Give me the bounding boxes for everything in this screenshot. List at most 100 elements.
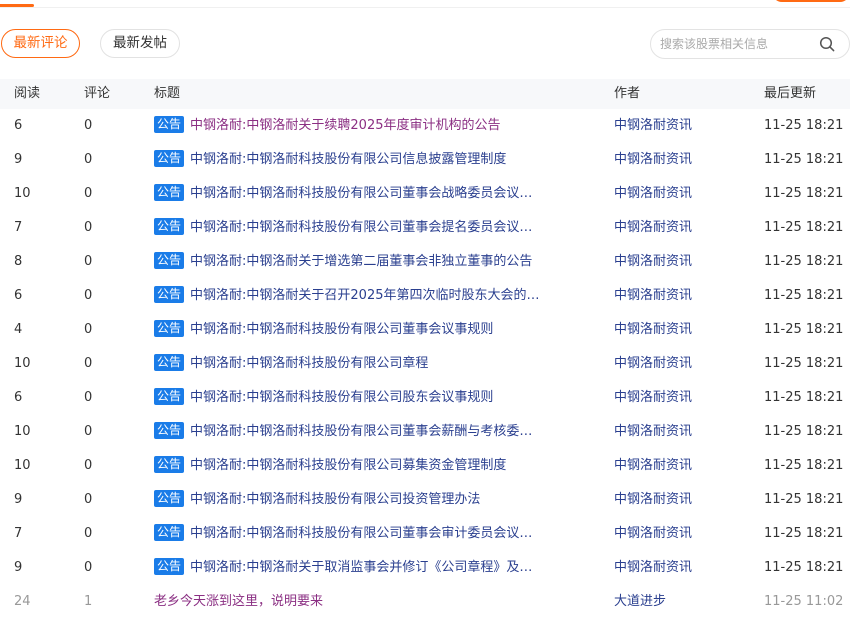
tab-latest-comment[interactable]: 最新评论 <box>1 29 80 58</box>
comment-count: 1 <box>84 594 93 609</box>
post-title-link[interactable]: 中钢洛耐:中钢洛耐科技股份有限公司董事会议事规则 <box>190 322 493 337</box>
comment-count: 0 <box>84 186 93 201</box>
author-link[interactable]: 中钢洛耐资讯 <box>614 143 692 177</box>
search-input[interactable] <box>660 35 810 53</box>
table-row: 9 0 公告 中钢洛耐:中钢洛耐科技股份有限公司投资管理办法 中钢洛耐资讯 11-… <box>0 483 850 517</box>
table-row: 6 0 公告 中钢洛耐:中钢洛耐科技股份有限公司股东会议事规则 中钢洛耐资讯 11… <box>0 381 850 415</box>
post-title-link[interactable]: 中钢洛耐:中钢洛耐科技股份有限公司董事会提名委员会议… <box>190 220 532 235</box>
top-strip <box>0 0 850 8</box>
post-title-link[interactable]: 中钢洛耐:中钢洛耐关于召开2025年第四次临时股东大会的… <box>190 288 539 303</box>
read-count: 7 <box>14 526 23 541</box>
table-header: 阅读 评论 标题 作者 最后更新 <box>0 79 850 109</box>
title-cell: 公告 中钢洛耐:中钢洛耐关于增选第二届董事会非独立董事的公告 <box>154 245 594 279</box>
read-count: 9 <box>14 152 23 167</box>
updated-time: 11-25 18:21 <box>764 118 844 133</box>
announcement-badge: 公告 <box>154 252 185 269</box>
updated-time: 11-25 18:21 <box>764 424 844 439</box>
announcement-badge: 公告 <box>154 150 185 167</box>
post-title-link[interactable]: 中钢洛耐:中钢洛耐科技股份有限公司股东会议事规则 <box>190 390 493 405</box>
title-cell: 公告 中钢洛耐:中钢洛耐科技股份有限公司董事会薪酬与考核委… <box>154 415 594 449</box>
announcement-badge: 公告 <box>154 558 185 575</box>
announcement-badge: 公告 <box>154 422 185 439</box>
updated-time: 11-25 18:21 <box>764 152 844 167</box>
divider <box>0 7 850 8</box>
post-title-link[interactable]: 中钢洛耐:中钢洛耐科技股份有限公司募集资金管理制度 <box>190 458 506 473</box>
author-link[interactable]: 中钢洛耐资讯 <box>614 313 692 347</box>
updated-time: 11-25 18:21 <box>764 322 844 337</box>
author-link[interactable]: 中钢洛耐资讯 <box>614 245 692 279</box>
post-title-link[interactable]: 中钢洛耐:中钢洛耐科技股份有限公司章程 <box>190 356 428 371</box>
updated-time: 11-25 18:21 <box>764 186 844 201</box>
table-row: 10 0 公告 中钢洛耐:中钢洛耐科技股份有限公司董事会薪酬与考核委… 中钢洛耐资… <box>0 415 850 449</box>
read-count: 10 <box>14 458 31 473</box>
updated-time: 11-25 11:02 <box>764 594 844 609</box>
comment-count: 0 <box>84 356 93 371</box>
header-last-updated: 最后更新 <box>764 86 817 101</box>
table-row: 9 0 公告 中钢洛耐:中钢洛耐科技股份有限公司信息披露管理制度 中钢洛耐资讯 1… <box>0 143 850 177</box>
author-link[interactable]: 中钢洛耐资讯 <box>614 517 692 551</box>
title-cell: 公告 中钢洛耐:中钢洛耐科技股份有限公司募集资金管理制度 <box>154 449 594 483</box>
announcement-badge: 公告 <box>154 320 185 337</box>
title-cell: 公告 中钢洛耐:中钢洛耐科技股份有限公司股东会议事规则 <box>154 381 594 415</box>
comment-count: 0 <box>84 390 93 405</box>
title-cell: 公告 中钢洛耐:中钢洛耐科技股份有限公司董事会提名委员会议… <box>154 211 594 245</box>
updated-time: 11-25 18:21 <box>764 356 844 371</box>
comment-count: 0 <box>84 152 93 167</box>
updated-time: 11-25 18:21 <box>764 526 844 541</box>
updated-time: 11-25 18:21 <box>764 288 844 303</box>
table-row: 7 0 公告 中钢洛耐:中钢洛耐科技股份有限公司董事会提名委员会议… 中钢洛耐资讯… <box>0 211 850 245</box>
header-read: 阅读 <box>14 86 41 101</box>
author-link[interactable]: 中钢洛耐资讯 <box>614 109 692 143</box>
table-row: 10 0 公告 中钢洛耐:中钢洛耐科技股份有限公司董事会战略委员会议… 中钢洛耐资… <box>0 177 850 211</box>
read-count: 10 <box>14 424 31 439</box>
top-right-button[interactable] <box>772 0 850 2</box>
updated-time: 11-25 18:21 <box>764 458 844 473</box>
updated-time: 11-25 18:21 <box>764 254 844 269</box>
announcement-badge: 公告 <box>154 184 185 201</box>
author-link[interactable]: 大道进步 <box>614 585 666 619</box>
post-title-link[interactable]: 中钢洛耐:中钢洛耐科技股份有限公司董事会薪酬与考核委… <box>190 424 532 439</box>
search-icon[interactable] <box>819 36 835 52</box>
author-link[interactable]: 中钢洛耐资讯 <box>614 483 692 517</box>
announcement-badge: 公告 <box>154 218 185 235</box>
author-link[interactable]: 中钢洛耐资讯 <box>614 347 692 381</box>
announcement-badge: 公告 <box>154 286 185 303</box>
read-count: 7 <box>14 220 23 235</box>
read-count: 10 <box>14 356 31 371</box>
author-link[interactable]: 中钢洛耐资讯 <box>614 381 692 415</box>
read-count: 10 <box>14 186 31 201</box>
table-row: 9 0 公告 中钢洛耐:中钢洛耐关于取消监事会并修订《公司章程》及… 中钢洛耐资讯… <box>0 551 850 585</box>
post-title-link[interactable]: 老乡今天涨到这里，说明要来 <box>154 585 594 619</box>
read-count: 6 <box>14 118 23 133</box>
table-row: 6 0 公告 中钢洛耐:中钢洛耐关于续聘2025年度审计机构的公告 中钢洛耐资讯 … <box>0 109 850 143</box>
tab-latest-post[interactable]: 最新发帖 <box>100 29 180 58</box>
author-link[interactable]: 中钢洛耐资讯 <box>614 279 692 313</box>
table-row: 10 0 公告 中钢洛耐:中钢洛耐科技股份有限公司章程 中钢洛耐资讯 11-25 … <box>0 347 850 381</box>
read-count: 4 <box>14 322 23 337</box>
author-link[interactable]: 中钢洛耐资讯 <box>614 551 692 585</box>
title-cell: 公告 中钢洛耐:中钢洛耐关于取消监事会并修订《公司章程》及… <box>154 551 594 585</box>
post-title-link[interactable]: 中钢洛耐:中钢洛耐科技股份有限公司信息披露管理制度 <box>190 152 506 167</box>
announcement-badge: 公告 <box>154 354 185 371</box>
post-title-link[interactable]: 中钢洛耐:中钢洛耐关于取消监事会并修订《公司章程》及… <box>190 560 532 575</box>
author-link[interactable]: 中钢洛耐资讯 <box>614 211 692 245</box>
search-box[interactable] <box>650 29 850 59</box>
title-cell: 公告 中钢洛耐:中钢洛耐科技股份有限公司信息披露管理制度 <box>154 143 594 177</box>
author-link[interactable]: 中钢洛耐资讯 <box>614 449 692 483</box>
post-list: 6 0 公告 中钢洛耐:中钢洛耐关于续聘2025年度审计机构的公告 中钢洛耐资讯 … <box>0 109 850 619</box>
announcement-badge: 公告 <box>154 524 185 541</box>
title-cell: 公告 中钢洛耐:中钢洛耐关于召开2025年第四次临时股东大会的… <box>154 279 594 313</box>
post-title-link[interactable]: 中钢洛耐:中钢洛耐科技股份有限公司董事会审计委员会议… <box>190 526 532 541</box>
post-title-link[interactable]: 中钢洛耐:中钢洛耐科技股份有限公司投资管理办法 <box>190 492 480 507</box>
table-row: 4 0 公告 中钢洛耐:中钢洛耐科技股份有限公司董事会议事规则 中钢洛耐资讯 11… <box>0 313 850 347</box>
announcement-badge: 公告 <box>154 456 185 473</box>
author-link[interactable]: 中钢洛耐资讯 <box>614 415 692 449</box>
post-title-link[interactable]: 中钢洛耐:中钢洛耐关于增选第二届董事会非独立董事的公告 <box>190 254 532 269</box>
header-comments: 评论 <box>84 86 111 101</box>
post-title-link[interactable]: 中钢洛耐:中钢洛耐科技股份有限公司董事会战略委员会议… <box>190 186 532 201</box>
table-row: 24 1 老乡今天涨到这里，说明要来 大道进步 11-25 11:02 <box>0 585 850 619</box>
post-title-link[interactable]: 中钢洛耐:中钢洛耐关于续聘2025年度审计机构的公告 <box>190 118 500 133</box>
title-cell: 公告 中钢洛耐:中钢洛耐科技股份有限公司投资管理办法 <box>154 483 594 517</box>
author-link[interactable]: 中钢洛耐资讯 <box>614 177 692 211</box>
title-cell: 公告 中钢洛耐:中钢洛耐科技股份有限公司董事会战略委员会议… <box>154 177 594 211</box>
